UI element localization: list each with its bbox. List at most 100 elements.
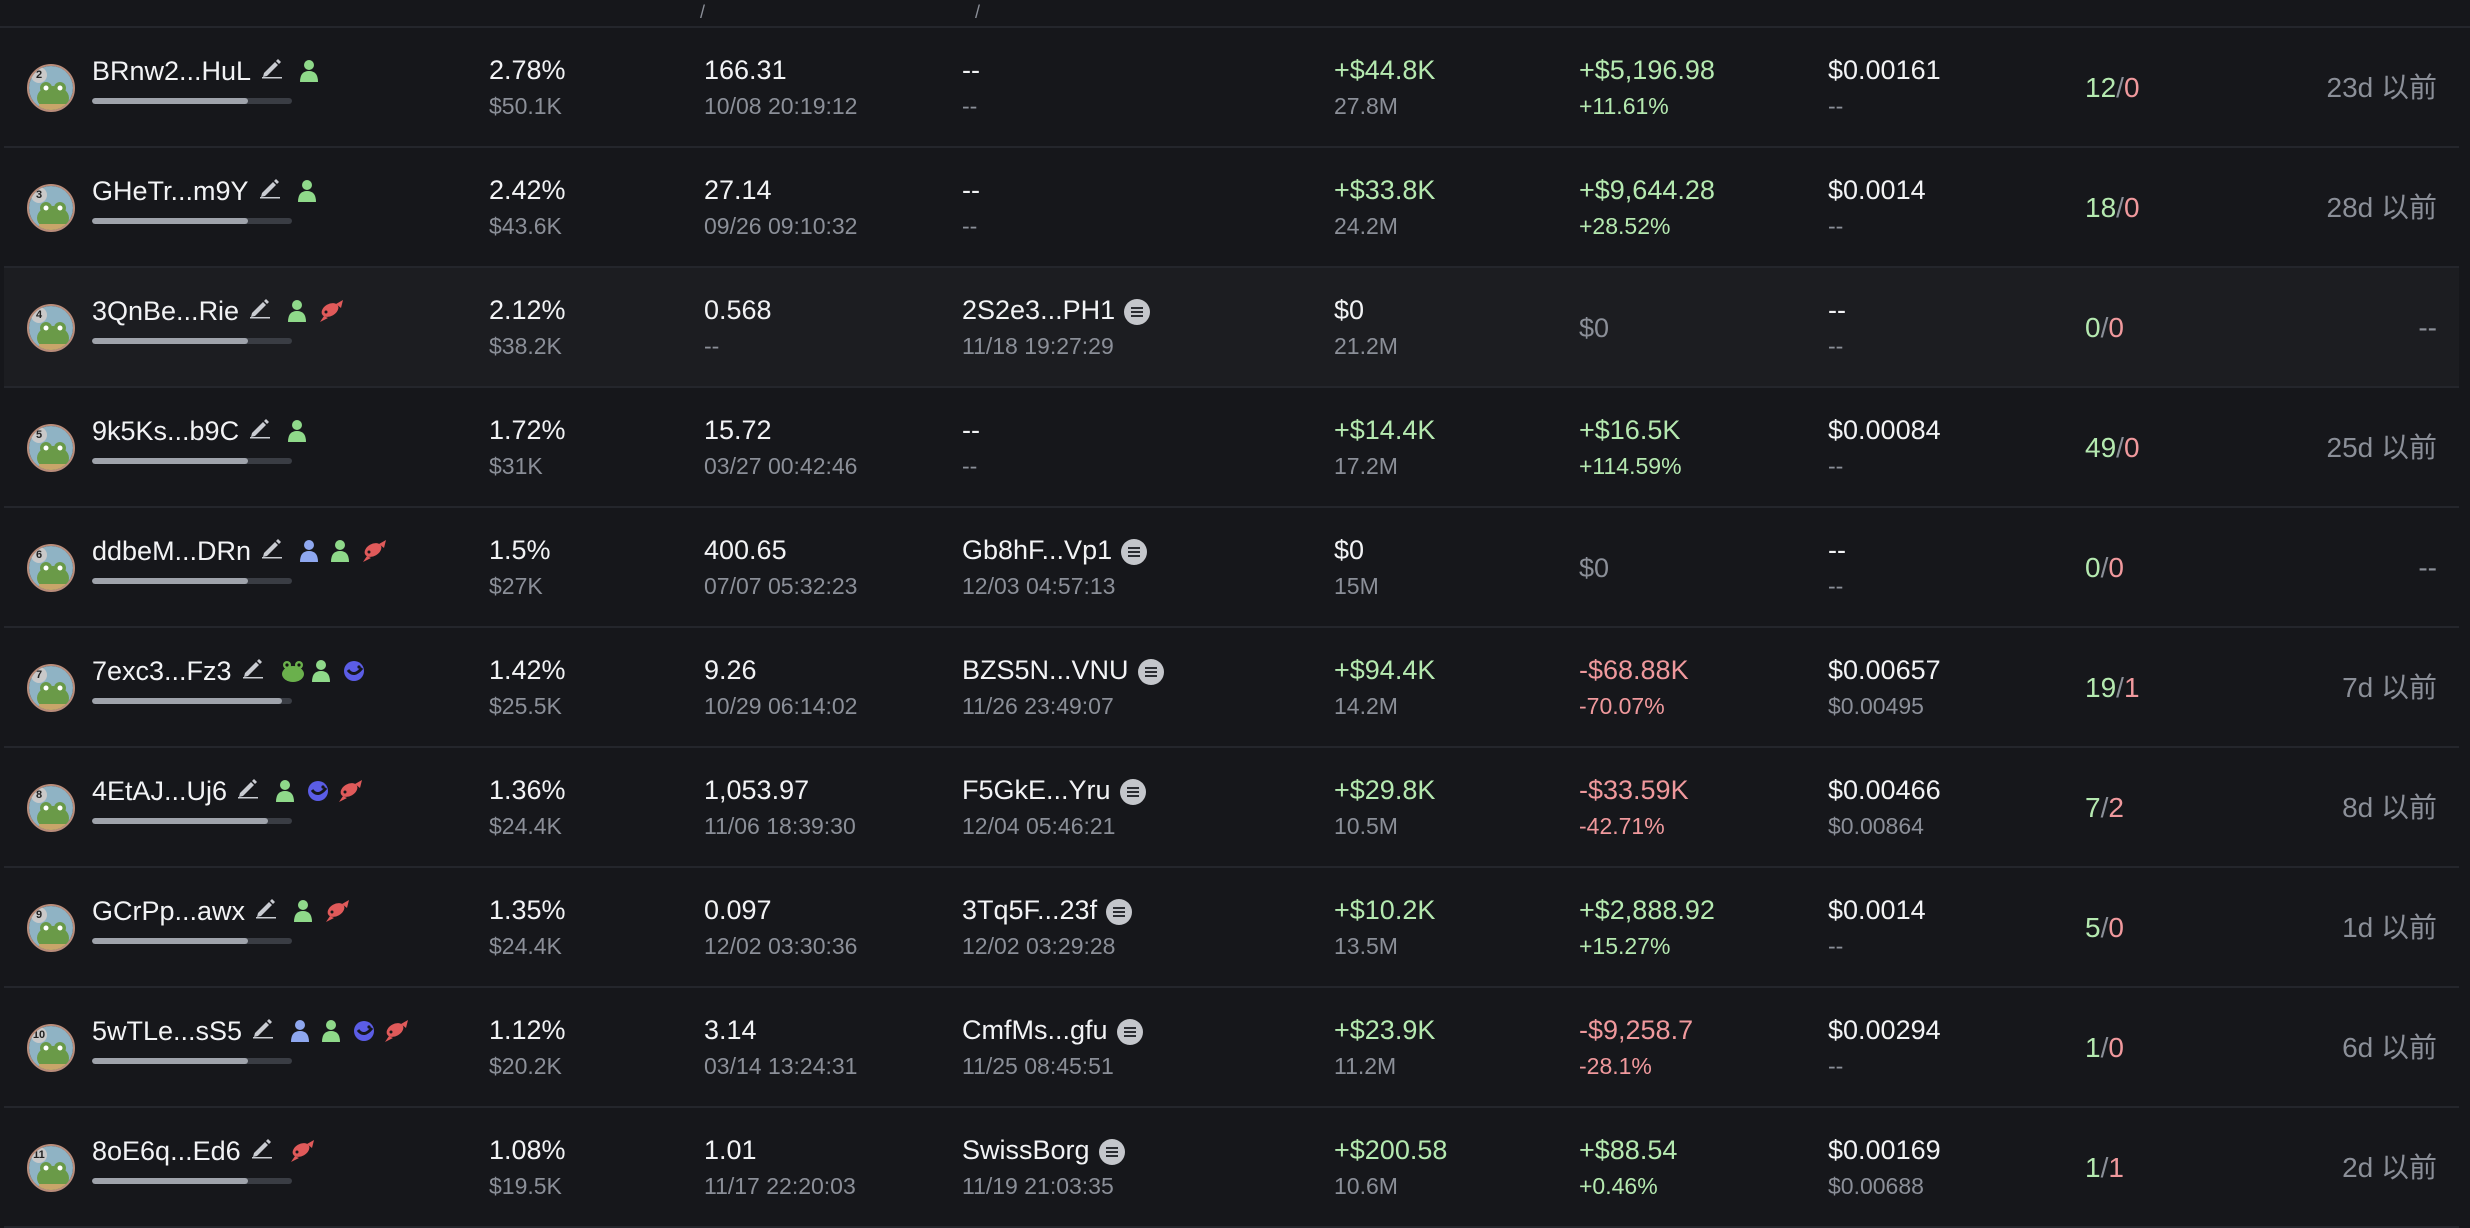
funding-source-name[interactable]: F5GkE...Yru [962,775,1111,805]
holder-row[interactable]: 7 7exc3...Fz3 1.42% $25.5K 9.26 10/29 06… [4,628,2459,748]
funding-source[interactable]: -- [962,414,980,446]
wallet-address-cell[interactable]: 7exc3...Fz3 [92,654,366,687]
funding-source-name[interactable]: 3Tq5F...23f [962,895,1097,925]
avatar[interactable]: 8 [27,784,75,832]
edit-pencil-icon[interactable] [259,534,285,567]
wallet-address[interactable]: 9k5Ks...b9C [92,415,239,447]
holder-row[interactable]: 9 GCrPp...awx 1.35% $24.4K 0.097 12/02 0… [4,868,2459,988]
avg-sell-price: -- [1828,933,1844,959]
funding-source[interactable]: -- [962,54,980,86]
holder-row[interactable]: 6 ddbeM...DRn 1.5% $27K 400.65 07/07 05:… [4,508,2459,628]
funding-source[interactable]: CmfMs...gfu [962,1014,1144,1046]
fish-tag-icon [359,538,387,564]
edit-pencil-icon[interactable] [259,54,285,87]
holder-row[interactable]: 5 9k5Ks...b9C 1.72% $31K 15.72 03/27 00:… [4,388,2459,508]
sell-count: 0 [2108,1032,2124,1063]
funding-source[interactable]: SwissBorg [962,1134,1126,1166]
funding-source[interactable]: -- [962,174,980,206]
wallet-address[interactable]: 4EtAJ...Uj6 [92,775,227,807]
wallet-address-cell[interactable]: 3QnBe...Rie [92,294,344,327]
funding-source[interactable]: F5GkE...Yru [962,774,1147,806]
exchange-icon [1115,295,1151,325]
funding-source-name[interactable]: -- [962,55,980,85]
holder-row[interactable]: 11 8oE6q...Ed6 1.08% $19.5K 1.01 11/17 2… [4,1108,2459,1228]
remnant-fragment: / [975,2,981,22]
funding-source-name[interactable]: BZS5N...VNU [962,655,1129,685]
buy-count: 1 [2085,1032,2101,1063]
holding-value: $27K [489,573,543,599]
holder-row[interactable]: 2 BRnw2...HuL 2.78% $50.1K 166.31 10/08 … [4,28,2459,148]
edit-pencil-icon[interactable] [250,1014,276,1047]
wallet-address[interactable]: 3QnBe...Rie [92,295,239,327]
edit-pencil-icon[interactable] [257,174,283,207]
funding-source[interactable]: 3Tq5F...23f [962,894,1133,926]
holder-row[interactable]: 10 5wTLe...sS5 1.12% $20.2K 3.14 03/14 1… [4,988,2459,1108]
holder-row[interactable]: 3 GHeTr...m9Y 2.42% $43.6K 27.14 09/26 0… [4,148,2459,268]
funding-source-name[interactable]: SwissBorg [962,1135,1090,1165]
avatar[interactable]: 7 [27,664,75,712]
wallet-address-cell[interactable]: 4EtAJ...Uj6 [92,774,363,807]
edit-pencil-icon[interactable] [253,894,279,927]
holding-value: $20.2K [489,1053,562,1079]
funding-source-name[interactable]: -- [962,175,980,205]
avatar[interactable]: 9 [27,904,75,952]
profit-loss: +$9,644.28 [1579,175,1715,205]
wallet-address-cell[interactable]: 5wTLe...sS5 [92,1014,409,1047]
profit-loss-percent: +11.61% [1579,93,1669,119]
user-green-tag-icon [285,298,311,324]
bought-time: -- [704,333,720,359]
edit-pencil-icon[interactable] [247,294,273,327]
holding-value: $24.4K [489,813,562,839]
bought-time: 03/14 13:24:31 [704,1053,858,1079]
wallet-address[interactable]: ddbeM...DRn [92,535,251,567]
wallet-address-cell[interactable]: 9k5Ks...b9C [92,414,311,447]
avatar[interactable]: 4 [27,304,75,352]
funding-source-name[interactable]: Gb8hF...Vp1 [962,535,1112,565]
rank-badge: 5 [31,427,47,443]
holding-percent: 1.08% [489,1135,566,1165]
edit-pencil-icon[interactable] [247,414,273,447]
wallet-address[interactable]: 8oE6q...Ed6 [92,1135,241,1167]
funding-source[interactable]: 2S2e3...PH1 [962,294,1151,326]
wallet-tags [288,1018,409,1044]
holder-row[interactable]: 8 4EtAJ...Uj6 1.36% $24.4K 1,053.97 11/0… [4,748,2459,868]
funding-source[interactable]: Gb8hF...Vp1 [962,534,1148,566]
wallet-address[interactable]: GCrPp...awx [92,895,245,927]
rank-badge: 10 [31,1027,47,1043]
funding-source-name[interactable]: -- [962,415,980,445]
wallet-address-cell[interactable]: GHeTr...m9Y [92,174,321,207]
net-flow: $0 [1334,535,1365,565]
wallet-address[interactable]: GHeTr...m9Y [92,175,249,207]
avatar[interactable]: 6 [27,544,75,592]
wallet-address-cell[interactable]: BRnw2...HuL [92,54,323,87]
avatar[interactable]: 10 [27,1024,75,1072]
token-amount: 27.8M [1334,93,1398,119]
avatar[interactable]: 2 [27,64,75,112]
holder-row[interactable]: 4 3QnBe...Rie 2.12% $38.2K 0.568 -- 2S2e… [4,268,2459,388]
avatar[interactable]: 3 [27,184,75,232]
funding-source-name[interactable]: CmfMs...gfu [962,1015,1108,1045]
holding-value: $43.6K [489,213,562,239]
wallet-address-cell[interactable]: GCrPp...awx [92,894,350,927]
profit-loss: $0 [1579,553,1610,583]
rank-badge: 4 [31,307,47,323]
funding-source-name[interactable]: 2S2e3...PH1 [962,295,1115,325]
wallet-address[interactable]: 5wTLe...sS5 [92,1015,242,1047]
funding-source[interactable]: BZS5N...VNU [962,654,1165,686]
wallet-address-cell[interactable]: ddbeM...DRn [92,534,387,567]
edit-pencil-icon[interactable] [249,1134,275,1167]
wallet-address-cell[interactable]: 8oE6q...Ed6 [92,1134,314,1167]
avatar[interactable]: 5 [27,424,75,472]
avg-sell-price: -- [1828,453,1844,479]
wallet-address[interactable]: 7exc3...Fz3 [92,655,232,687]
wallet-tags [273,778,363,804]
edit-pencil-icon[interactable] [235,774,261,807]
avatar[interactable]: 11 [27,1144,75,1192]
token-amount: 10.5M [1334,813,1398,839]
edit-pencil-icon[interactable] [240,654,266,687]
funding-time: 11/25 08:45:51 [962,1053,1114,1079]
sell-count: 2 [2108,792,2124,823]
wallet-tags [287,1138,314,1164]
profit-loss: $0 [1579,313,1610,343]
wallet-address[interactable]: BRnw2...HuL [92,55,251,87]
